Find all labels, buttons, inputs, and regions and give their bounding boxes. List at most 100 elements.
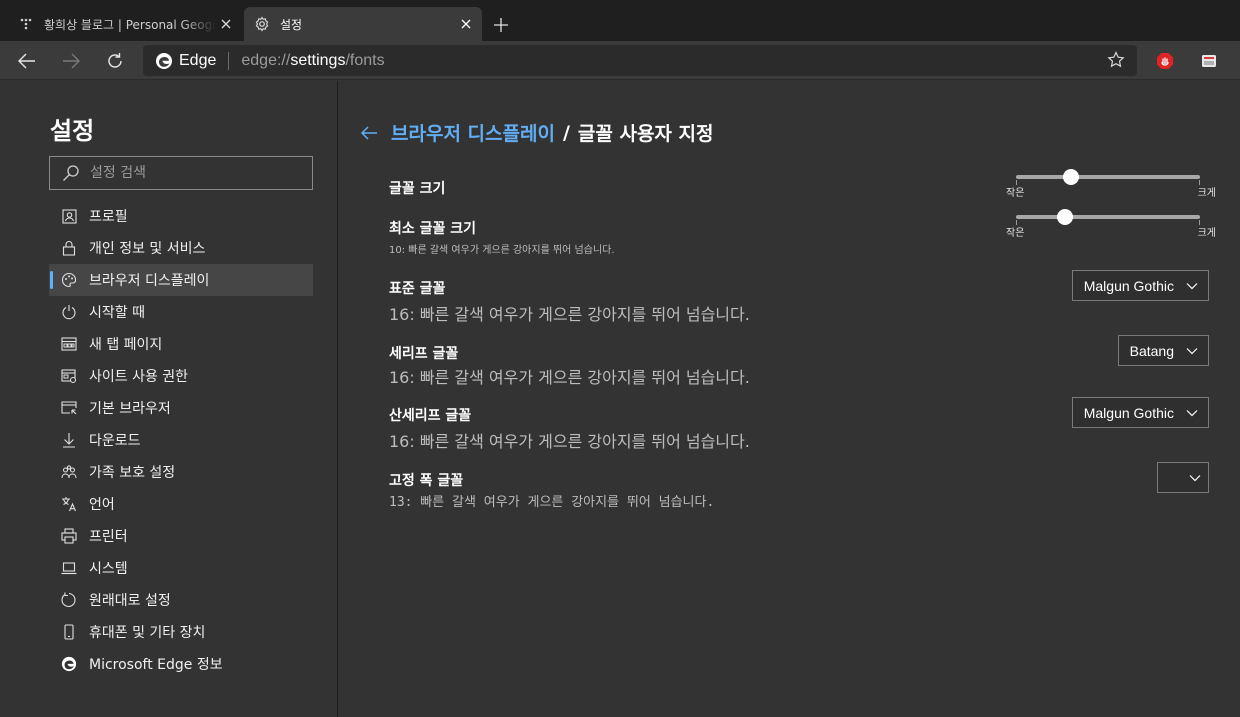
font-size-slider[interactable]: 작은 크게 — [1006, 164, 1216, 204]
sidebar-item-downloads[interactable]: 다운로드 — [49, 424, 313, 456]
sidebar-item-label: Microsoft Edge 정보 — [89, 657, 223, 673]
back-arrow-icon — [18, 53, 35, 69]
search-input[interactable] — [90, 165, 300, 181]
sidebar-item-about[interactable]: Microsoft Edge 정보 — [49, 648, 313, 680]
edge-logo-icon — [155, 52, 173, 70]
sidebar-item-label: 휴대폰 및 기타 장치 — [89, 625, 206, 641]
chevron-down-icon — [1186, 345, 1198, 357]
slider-thumb[interactable] — [1057, 209, 1074, 225]
edge-logo-icon — [61, 656, 77, 672]
serif-font-label: 세리프 글꼴 — [389, 346, 459, 362]
stop-hand-icon — [1157, 53, 1173, 69]
address-bar[interactable]: Edge edge://settings/fonts — [143, 45, 1137, 76]
dropdown-value: Malgun Gothic — [1083, 277, 1174, 294]
family-icon — [61, 464, 77, 480]
settings-sidebar: 설정 프로필 개인 정보 및 서비스 브라우저 디스플레이 시작할 때 새 탭 … — [0, 81, 338, 717]
settings-search[interactable] — [49, 156, 313, 190]
back-button[interactable] — [13, 47, 41, 75]
font-size-label: 글꼴 크기 — [389, 181, 446, 197]
sidebar-item-profile[interactable]: 프로필 — [49, 200, 313, 232]
laptop-icon — [61, 560, 77, 576]
sidebar-item-label: 프로필 — [89, 209, 128, 225]
serif-font-sample: 16: 빠른 갈색 여우가 게으른 강아지를 뛰어 넘습니다. — [389, 368, 750, 387]
sidebar-item-reset[interactable]: 원래대로 설정 — [49, 584, 313, 616]
slider-max-label: 크게 — [1197, 188, 1216, 199]
close-icon[interactable] — [216, 14, 236, 34]
extension-button[interactable] — [1195, 47, 1223, 75]
dropdown-value: Batang — [1129, 342, 1174, 359]
chevron-down-icon — [1186, 407, 1198, 419]
slider-track — [1016, 215, 1200, 219]
profile-icon — [61, 208, 77, 224]
sidebar-item-privacy[interactable]: 개인 정보 및 서비스 — [49, 232, 313, 264]
adblock-extension-button[interactable] — [1151, 47, 1179, 75]
dropdown-value: Malgun Gothic — [1083, 404, 1174, 421]
url-path: /fonts — [345, 51, 385, 69]
min-font-size-sample: 10: 빠른 갈색 여우가 게으른 강아지를 뛰어 넘습니다. — [389, 245, 615, 256]
phone-icon — [61, 624, 77, 640]
min-font-size-label: 최소 글꼴 크기 — [389, 221, 477, 237]
refresh-button[interactable] — [101, 47, 129, 75]
search-icon — [63, 165, 79, 181]
serif-font-select[interactable]: Batang — [1117, 335, 1209, 366]
sidebar-item-phone-devices[interactable]: 휴대폰 및 기타 장치 — [49, 616, 313, 648]
slider-max-label: 크게 — [1197, 228, 1216, 239]
sidebar-item-appearance[interactable]: 브라우저 디스플레이 — [49, 264, 313, 296]
sidebar-item-family-safety[interactable]: 가족 보호 설정 — [49, 456, 313, 488]
tab-strip: 황희상 블로그 | Personal Geography 설정 — [0, 0, 1240, 41]
sidebar-item-site-permissions[interactable]: 사이트 사용 권한 — [49, 360, 313, 392]
chevron-down-icon — [1189, 472, 1201, 484]
address-separator — [228, 51, 230, 70]
favorite-star-icon[interactable] — [1107, 51, 1127, 71]
tab-settings[interactable]: 설정 — [244, 7, 482, 41]
default-browser-icon — [61, 400, 77, 416]
slider-min-label: 작은 — [1006, 228, 1025, 239]
palette-icon — [61, 272, 77, 288]
breadcrumb-parent-link[interactable]: 브라우저 디스플레이 — [391, 119, 555, 146]
url-text: edge://settings/fonts — [241, 52, 384, 70]
refresh-icon — [108, 53, 122, 68]
tab-title: 황희상 블로그 | Personal Geography — [44, 17, 216, 32]
slider-thumb[interactable] — [1062, 169, 1079, 185]
tab-title: 설정 — [280, 17, 303, 32]
printer-icon — [61, 528, 77, 544]
tistory-icon — [18, 16, 34, 32]
sidebar-item-languages[interactable]: 언어 — [49, 488, 313, 520]
standard-font-select[interactable]: Malgun Gothic — [1071, 270, 1209, 301]
back-arrow-icon[interactable] — [359, 123, 379, 143]
tab-blog[interactable]: 황희상 블로그 | Personal Geography — [8, 7, 242, 41]
fixed-width-font-select[interactable] — [1157, 462, 1209, 493]
fixed-width-font-sample: 13: 빠른 갈색 여우가 게으른 강아지를 뛰어 넘습니다. — [389, 495, 715, 510]
sans-serif-font-select[interactable]: Malgun Gothic — [1071, 397, 1209, 428]
new-tab-icon — [61, 336, 77, 352]
gear-icon — [254, 16, 270, 32]
sidebar-item-system[interactable]: 시스템 — [49, 552, 313, 584]
sidebar-item-new-tab[interactable]: 새 탭 페이지 — [49, 328, 313, 360]
sidebar-item-label: 사이트 사용 권한 — [89, 369, 189, 385]
forward-button[interactable] — [57, 47, 85, 75]
sidebar-item-on-startup[interactable]: 시작할 때 — [49, 296, 313, 328]
sidebar-item-label: 다운로드 — [89, 433, 141, 449]
forward-arrow-icon — [63, 53, 80, 69]
new-tab-button[interactable] — [488, 12, 514, 38]
edge-brand-label: Edge — [179, 51, 217, 69]
sidebar-item-label: 원래대로 설정 — [89, 593, 171, 609]
sidebar-item-label: 프린터 — [89, 529, 128, 545]
sidebar-item-label: 기본 브라우저 — [89, 401, 171, 417]
sidebar-item-label: 개인 정보 및 서비스 — [89, 241, 206, 257]
close-icon[interactable] — [456, 14, 476, 34]
main-content: 브라우저 디스플레이 / 글꼴 사용자 지정 글꼴 크기 작은 크게 최소 글꼴… — [339, 81, 1240, 717]
fixed-width-font-label: 고정 폭 글꼴 — [389, 473, 464, 489]
sidebar-item-default-browser[interactable]: 기본 브라우저 — [49, 392, 313, 424]
min-font-size-slider[interactable]: 작은 크게 — [1006, 204, 1216, 244]
plus-icon — [494, 18, 508, 32]
breadcrumb: 브라우저 디스플레이 / 글꼴 사용자 지정 — [359, 119, 713, 146]
sidebar-item-label: 시스템 — [89, 561, 128, 577]
sans-serif-font-sample: 16: 빠른 갈색 여우가 게으른 강아지를 뛰어 넘습니다. — [389, 432, 750, 451]
slider-min-label: 작은 — [1006, 188, 1025, 199]
url-host: settings — [290, 51, 346, 69]
url-scheme: edge:// — [241, 51, 291, 69]
sidebar-item-printers[interactable]: 프린터 — [49, 520, 313, 552]
power-icon — [61, 304, 77, 320]
reset-icon — [61, 592, 77, 608]
